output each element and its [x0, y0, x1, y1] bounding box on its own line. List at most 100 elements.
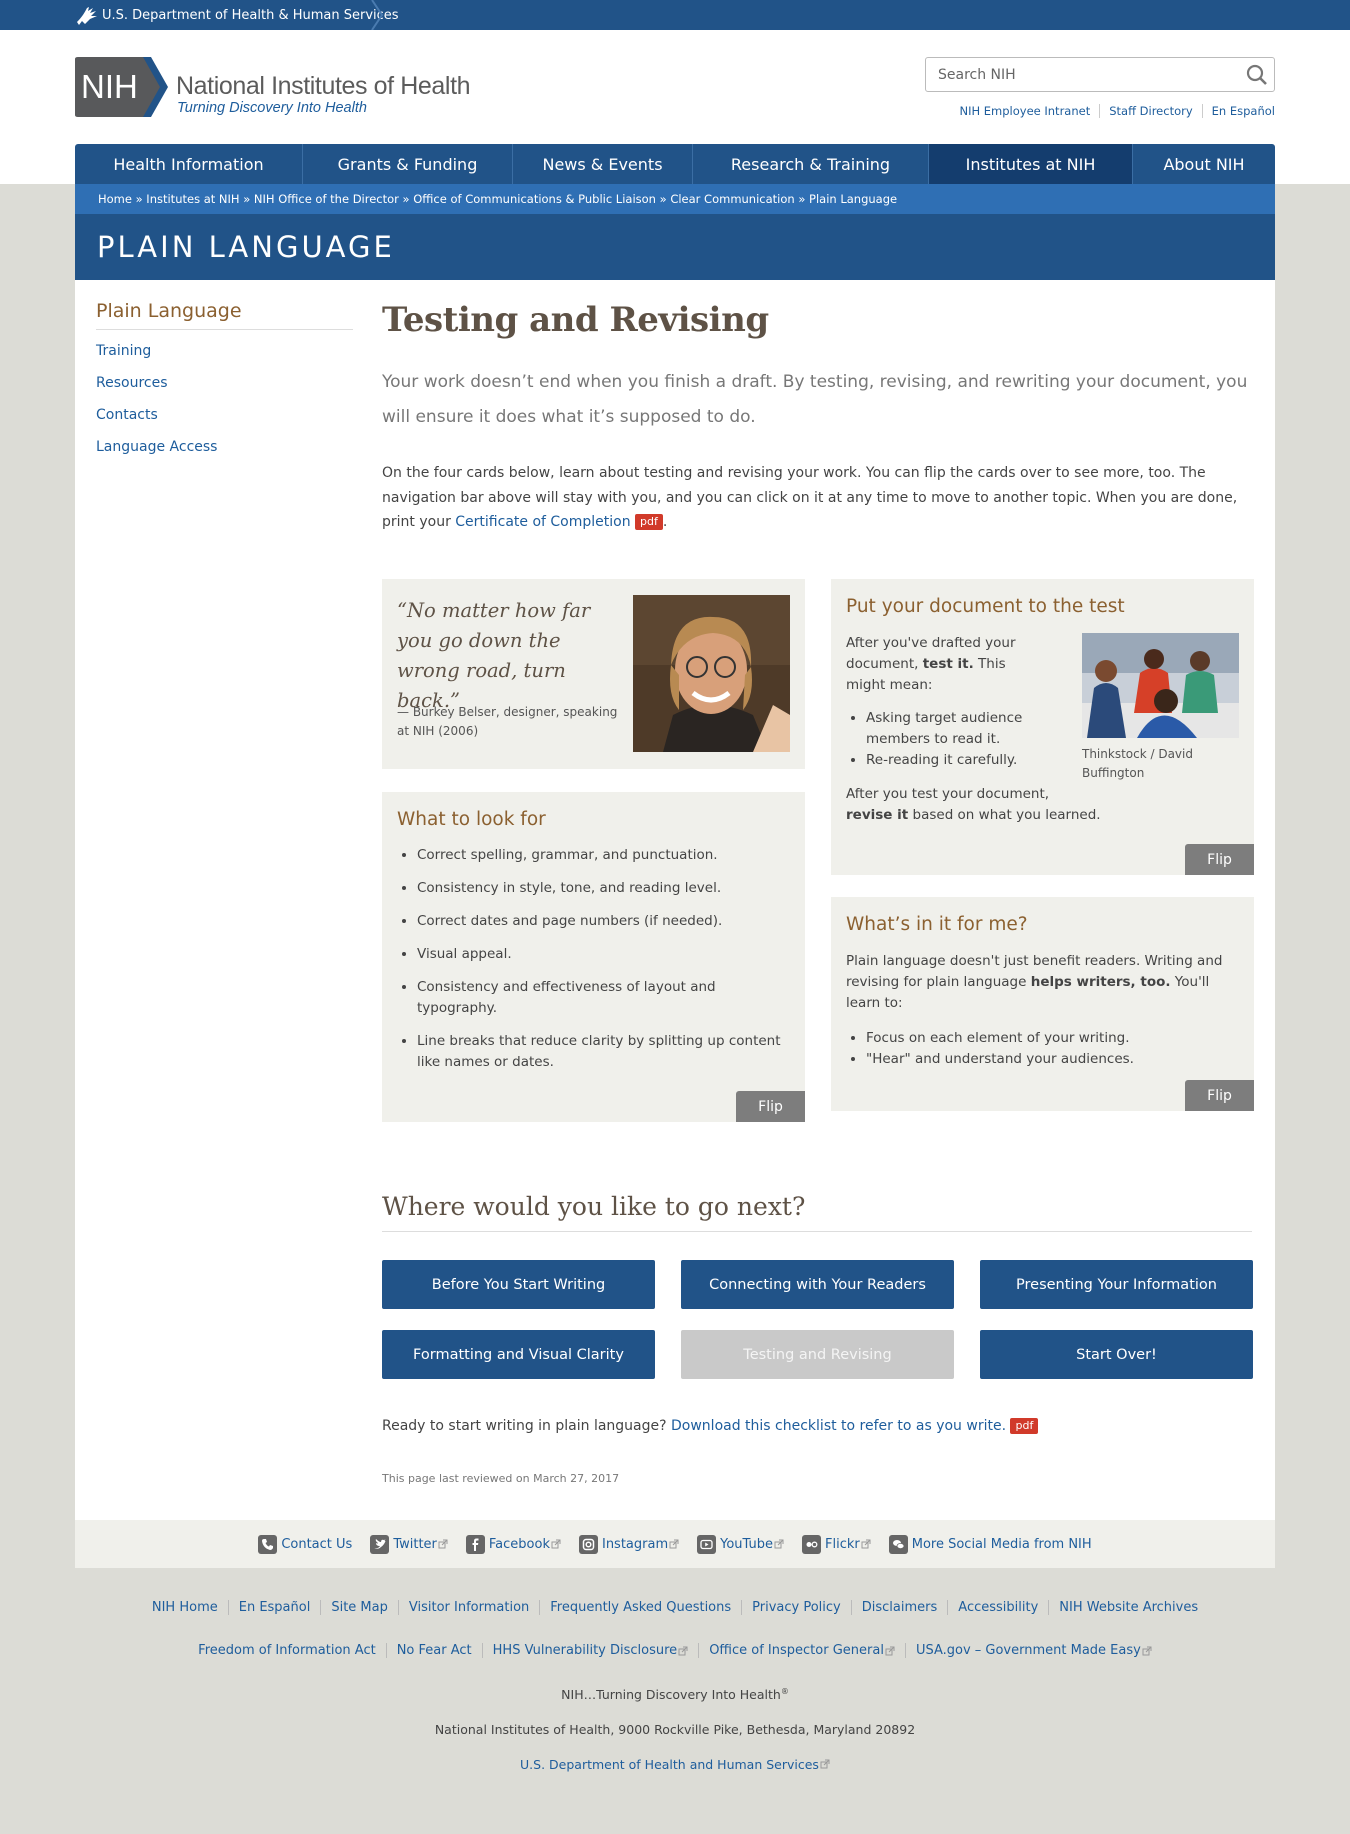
footer-link-vulnerability[interactable]: HHS Vulnerability Disclosure — [481, 1643, 699, 1658]
social-contact-us[interactable]: Contact Us — [258, 1534, 352, 1554]
footer-link-foia[interactable]: Freedom of Information Act — [188, 1643, 386, 1658]
next-button-start-over[interactable]: Start Over! — [980, 1330, 1253, 1379]
meeting-photo — [1082, 633, 1239, 738]
section-banner: PLAIN LANGUAGE — [75, 214, 1275, 280]
util-link-espanol[interactable]: En Español — [1201, 104, 1275, 118]
flickr-icon — [802, 1534, 821, 1554]
intro-paragraph: On the four cards below, learn about tes… — [382, 461, 1252, 535]
next-button-formatting[interactable]: Formatting and Visual Clarity — [382, 1330, 655, 1379]
sidebar: Plain Language Training Resources Contac… — [96, 300, 353, 464]
list-item: Visual appeal. — [417, 944, 792, 965]
footer-hhs-link[interactable]: U.S. Department of Health and Human Serv… — [520, 1757, 830, 1772]
footer-links-row2: Freedom of Information Act No Fear Act H… — [0, 1643, 1350, 1658]
breadcrumb[interactable]: Home » Institutes at NIH » NIH Office of… — [75, 184, 1275, 214]
quote-attribution: — Burkey Belser, designer, speaking at N… — [397, 705, 618, 738]
footer-link-label: Office of Inspector General — [709, 1643, 884, 1658]
util-link-staff-directory[interactable]: Staff Directory — [1099, 104, 1201, 118]
next-button-presenting[interactable]: Presenting Your Information — [980, 1260, 1253, 1309]
social-label: Instagram — [601, 1536, 669, 1552]
search-input[interactable] — [938, 58, 1228, 91]
nih-logo-icon[interactable]: NIH — [75, 57, 169, 117]
nav-institutes-at-nih[interactable]: Institutes at NIH — [929, 144, 1133, 184]
footer-link-faq[interactable]: Frequently Asked Questions — [539, 1600, 741, 1615]
footer-link-disclaimers[interactable]: Disclaimers — [850, 1600, 948, 1615]
certificate-link[interactable]: Certificate of Completion — [455, 514, 630, 530]
list-item: "Hear" and understand your audiences. — [866, 1049, 1241, 1070]
social-more[interactable]: More Social Media from NIH — [888, 1534, 1092, 1554]
sidebar-item-contacts[interactable]: Contacts — [96, 400, 353, 432]
sidebar-item-resources[interactable]: Resources — [96, 368, 353, 400]
checklist-link[interactable]: Download this checklist to refer to as y… — [671, 1418, 1006, 1434]
sidebar-item-language-access[interactable]: Language Access — [96, 432, 353, 464]
next-heading: Where would you like to go next? — [382, 1192, 1252, 1232]
list-item: Correct dates and page numbers (if neede… — [417, 911, 792, 932]
footer-link-label: USA.gov – Government Made Easy — [915, 1643, 1141, 1658]
checklist-line: Ready to start writing in plain language… — [382, 1418, 1039, 1434]
logo-name[interactable]: National Institutes of Health — [176, 72, 471, 101]
benefit-card: What’s in it for me? Plain language does… — [831, 897, 1254, 1111]
external-link-icon — [438, 1539, 448, 1549]
footer-link-no-fear[interactable]: No Fear Act — [385, 1643, 482, 1658]
nav-news-events[interactable]: News & Events — [513, 144, 693, 184]
benefit-card-title: What’s in it for me? — [846, 914, 1028, 935]
footer-tagline-text: NIH…Turning Discovery Into Health — [561, 1687, 781, 1703]
test-card-title: Put your document to the test — [846, 596, 1125, 617]
footer-link-oig[interactable]: Office of Inspector General — [698, 1643, 905, 1658]
twitter-icon — [370, 1534, 390, 1554]
footer-link-espanol[interactable]: En Español — [227, 1600, 321, 1615]
utility-links: NIH Employee Intranet Staff Directory En… — [950, 104, 1275, 118]
list-item: Re-reading it carefully. — [866, 750, 1036, 771]
benefit-card-list: Focus on each element of your writing. "… — [846, 1028, 1241, 1070]
external-link-icon — [861, 1539, 871, 1549]
flip-button[interactable]: Flip — [1185, 844, 1254, 875]
instagram-icon — [578, 1534, 598, 1554]
nav-about-nih[interactable]: About NIH — [1133, 144, 1275, 184]
pdf-badge: pdf — [1010, 1418, 1039, 1434]
external-link-icon — [774, 1539, 784, 1549]
hhs-bar: U.S. Department of Health & Human Servic… — [0, 0, 1350, 30]
intro-end: . — [662, 514, 668, 530]
footer-link-site-map[interactable]: Site Map — [320, 1600, 398, 1615]
test-card: Put your document to the test After you'… — [831, 579, 1254, 875]
social-twitter[interactable]: Twitter — [370, 1534, 448, 1554]
external-link-icon — [678, 1646, 688, 1655]
footer-links-row1: NIH Home En Español Site Map Visitor Inf… — [0, 1600, 1350, 1615]
flip-button[interactable]: Flip — [736, 1091, 805, 1122]
registered-mark: ® — [780, 1687, 789, 1696]
nav-grants-funding[interactable]: Grants & Funding — [303, 144, 513, 184]
test-card-p1: After you've drafted your document, test… — [846, 633, 1036, 696]
flip-button[interactable]: Flip — [1185, 1080, 1254, 1111]
sidebar-item-training[interactable]: Training — [96, 336, 353, 368]
nav-health-information[interactable]: Health Information — [75, 144, 303, 184]
test-p2-end: based on what you learned. — [908, 807, 1101, 823]
list-item: Correct spelling, grammar, and punctuati… — [417, 845, 792, 866]
footer-link-privacy[interactable]: Privacy Policy — [741, 1600, 851, 1615]
footer-link-nih-home[interactable]: NIH Home — [142, 1600, 228, 1615]
nav-research-training[interactable]: Research & Training — [693, 144, 929, 184]
search-icon[interactable] — [1246, 64, 1268, 86]
social-youtube[interactable]: YouTube — [697, 1534, 784, 1554]
look-card-title: What to look for — [397, 809, 546, 830]
look-card-list: Correct spelling, grammar, and punctuati… — [397, 845, 792, 1073]
next-button-testing-current: Testing and Revising — [681, 1330, 954, 1379]
social-flickr[interactable]: Flickr — [802, 1534, 871, 1554]
quote-card: “No matter how far you go down the wrong… — [382, 579, 805, 769]
footer-link-usagov[interactable]: USA.gov – Government Made Easy — [904, 1643, 1162, 1658]
footer-link-visitor-info[interactable]: Visitor Information — [397, 1600, 539, 1615]
list-item: Consistency and effectiveness of layout … — [417, 977, 792, 1019]
article: Testing and Revising Your work doesn’t e… — [382, 300, 1252, 535]
sidebar-title[interactable]: Plain Language — [96, 300, 353, 330]
next-button-connecting[interactable]: Connecting with Your Readers — [681, 1260, 954, 1309]
hhs-chevron-icon — [371, 0, 384, 30]
footer-link-archives[interactable]: NIH Website Archives — [1048, 1600, 1208, 1615]
next-button-before-writing[interactable]: Before You Start Writing — [382, 1260, 655, 1309]
social-facebook[interactable]: Facebook — [465, 1534, 561, 1554]
social-instagram[interactable]: Instagram — [578, 1534, 679, 1554]
footer-link-accessibility[interactable]: Accessibility — [947, 1600, 1048, 1615]
util-link-intranet[interactable]: NIH Employee Intranet — [950, 104, 1099, 118]
test-p2-bold: revise it — [846, 807, 909, 823]
speaker-photo — [633, 595, 790, 752]
facebook-icon — [465, 1534, 485, 1554]
social-bar: Contact Us Twitter Facebook Instagram Yo… — [75, 1520, 1275, 1568]
hhs-link[interactable]: U.S. Department of Health & Human Servic… — [102, 8, 399, 23]
